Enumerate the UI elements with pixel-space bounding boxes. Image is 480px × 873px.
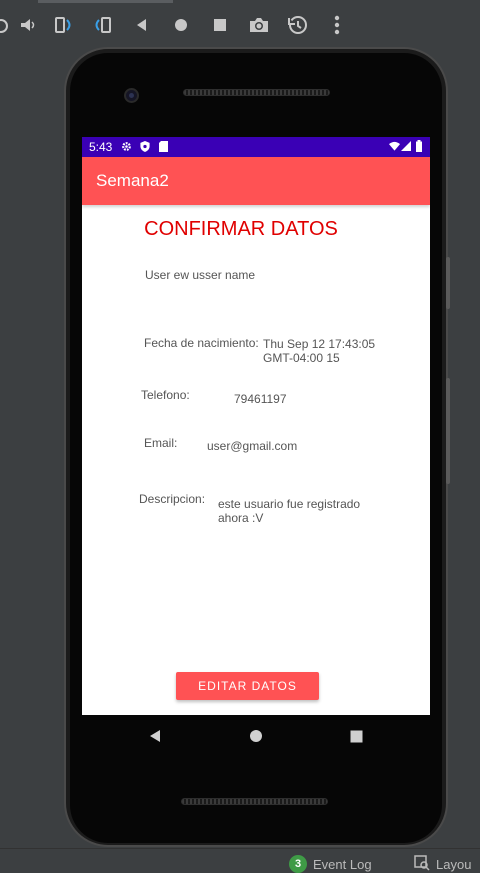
status-time: 5:43 — [89, 140, 113, 154]
event-log-count-badge: 3 — [289, 855, 307, 873]
phone-value: 79461197 — [234, 392, 287, 406]
bottom-speaker — [181, 798, 328, 805]
camera-icon[interactable] — [246, 12, 272, 38]
back-icon[interactable] — [129, 12, 155, 38]
power-icon[interactable] — [0, 12, 14, 38]
edit-data-button[interactable]: EDITAR DATOS — [176, 672, 319, 700]
description-value-line2: ahora :V — [218, 511, 264, 525]
ide-status-bar: 3 Event Log Layou — [0, 848, 480, 873]
signal-icon — [401, 141, 411, 154]
event-log-button[interactable]: 3 Event Log — [289, 855, 372, 873]
birthdate-value-line1: Thu Sep 12 17:43:05 — [263, 337, 376, 351]
layout-inspector-icon — [414, 855, 430, 873]
email-value: user@gmail.com — [207, 439, 298, 453]
event-log-label: Event Log — [313, 856, 372, 872]
phone-label: Telefono: — [141, 388, 190, 402]
email-label: Email: — [144, 436, 178, 450]
page-title: CONFIRMAR DATOS — [144, 218, 338, 240]
layout-inspector-label: Layou — [436, 857, 472, 872]
shield-icon — [140, 141, 150, 155]
overview-icon[interactable] — [207, 12, 233, 38]
front-camera — [124, 88, 139, 103]
phone-power-button — [446, 257, 450, 309]
nav-back-icon[interactable] — [147, 728, 163, 744]
description-label: Descripcion: — [139, 492, 206, 506]
birthdate-label: Fecha de nacimiento: — [144, 336, 259, 350]
tab-strip — [38, 0, 173, 3]
phone-screen: 5:43 Semana2 CONFIRMAR DATOS User ew uss… — [82, 137, 430, 715]
phone-volume-button — [446, 378, 450, 484]
layout-inspector-button[interactable]: Layou — [414, 855, 471, 873]
emulator-window: 5:43 Semana2 CONFIRMAR DATOS User ew uss… — [0, 0, 480, 873]
status-bar: 5:43 — [82, 137, 430, 157]
emulator-toolbar — [0, 0, 480, 50]
nav-home-icon[interactable] — [248, 728, 264, 744]
home-icon[interactable] — [168, 12, 194, 38]
volume-icon[interactable] — [15, 12, 41, 38]
rotate-right-icon[interactable] — [89, 12, 115, 38]
birthdate-value-line2: GMT-04:00 15 — [263, 351, 340, 365]
history-icon[interactable] — [285, 12, 311, 38]
sd-card-icon — [159, 141, 168, 155]
username-text: User ew usser name — [145, 268, 256, 282]
wifi-icon — [389, 141, 400, 154]
top-speaker — [183, 89, 330, 96]
nav-overview-icon[interactable] — [348, 728, 364, 744]
app-bar: Semana2 — [82, 157, 430, 205]
battery-icon — [416, 140, 422, 155]
settings-icon — [121, 141, 132, 155]
app-title: Semana2 — [96, 171, 169, 190]
description-value-line1: este usuario fue registrado — [218, 497, 361, 511]
navigation-bar — [82, 715, 430, 757]
more-icon[interactable] — [324, 12, 350, 38]
rotate-left-icon[interactable] — [51, 12, 77, 38]
